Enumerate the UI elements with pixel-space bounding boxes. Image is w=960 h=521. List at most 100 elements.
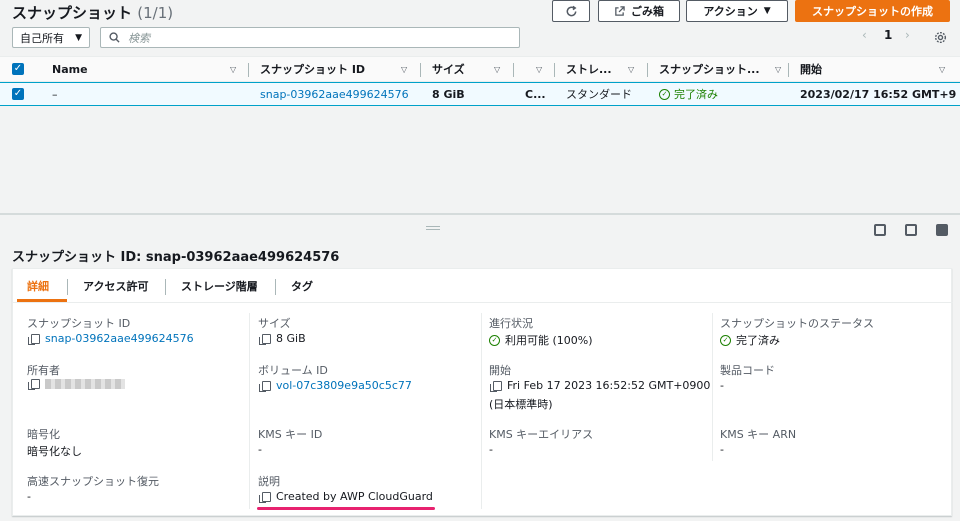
caret-down-icon: ▼ [763,6,771,16]
highlight-underline [257,507,435,510]
copy-icon[interactable] [490,380,502,392]
owner-label: 所有者 [27,364,60,377]
redacted-owner [45,379,125,389]
cell-size: 8 GiB [432,87,465,101]
volume-id-value[interactable]: vol-07c3809e9a50c5c77 [259,379,412,392]
column-header-status[interactable]: スナップショット... [659,57,771,81]
description-value: Created by AWP CloudGuard [259,490,433,503]
sort-icon[interactable]: ▽ [775,57,781,81]
copy-icon[interactable] [259,491,271,503]
volume-id-label: ボリューム ID [258,364,328,377]
cell-status-text: 完了済み [674,88,718,101]
snapshot-id-label: スナップショット ID [27,317,131,330]
recycle-bin-label: ごみ箱 [631,5,664,18]
tab-separator [67,279,68,295]
tab-storage-tier[interactable]: ストレージ階層 [181,269,258,303]
column-header-snapshot-id[interactable]: スナップショット ID [260,57,390,81]
create-snapshot-label: スナップショットの作成 [812,5,933,18]
table-row[interactable]: ✓ – snap-03962aae499624576 8 GiB C... スタ… [0,82,960,106]
copy-icon[interactable] [28,379,40,390]
column-divider [712,313,713,461]
sort-icon[interactable]: ▽ [628,57,634,81]
status-value: ✓ 完了済み [720,332,780,348]
sort-icon[interactable]: ▽ [494,57,500,81]
started-text: Fri Feb 17 2023 16:52:52 GMT+0900 [507,379,711,392]
kms-alias-value: - [489,443,493,456]
panel-split-icon[interactable] [905,224,917,236]
tab-tags[interactable]: タグ [291,269,313,303]
row-checkbox[interactable]: ✓ [12,83,24,105]
column-header-description[interactable] [522,57,532,81]
progress-text: 利用可能 (100%) [505,334,593,347]
recycle-bin-button[interactable]: ごみ箱 [598,0,680,22]
encryption-label: 暗号化 [27,428,60,441]
panel-bottom-icon[interactable] [874,224,886,236]
chevron-left-icon[interactable]: ‹ [862,28,867,42]
tab-details[interactable]: 詳細 [27,269,49,303]
snapshot-id-link[interactable]: snap-03962aae499624576 [45,332,194,345]
gear-icon[interactable] [934,31,947,44]
chevron-right-icon[interactable]: › [905,28,910,42]
column-header-storage[interactable]: ストレ... [566,57,624,81]
column-header-name[interactable]: Name [52,57,202,81]
volume-id-link[interactable]: vol-07c3809e9a50c5c77 [276,379,412,392]
started-value: Fri Feb 17 2023 16:52:52 GMT+0900 [490,379,711,392]
refresh-icon [566,5,576,16]
sort-icon[interactable]: ▽ [939,57,945,81]
cell-status: ✓ 完了済み [659,83,718,105]
page-title-count: (1/1) [137,4,174,22]
actions-button[interactable]: アクション ▼ [686,0,788,22]
status-text: 完了済み [736,334,780,347]
column-divider [481,313,482,509]
panel-full-icon[interactable] [936,224,948,236]
checkbox-checked-icon: ✓ [12,88,24,100]
owner-filter-select[interactable]: 自己所有 ▼ [12,27,90,48]
search-placeholder: 検索 [128,31,150,45]
page-title: スナップショット (1/1) [12,2,173,23]
drag-handle-icon[interactable] [426,226,440,230]
column-separator [248,63,249,77]
page-number[interactable]: 1 [884,28,892,42]
check-circle-icon: ✓ [659,88,670,100]
progress-value: ✓ 利用可能 (100%) [489,332,593,348]
select-all-checkbox[interactable]: ✓ [12,57,24,81]
cell-name: – [52,87,58,101]
sort-icon[interactable]: ▽ [401,57,407,81]
copy-icon[interactable] [28,333,40,345]
started-label: 開始 [489,364,511,377]
started-timezone: (日本標準時) [489,398,553,411]
check-circle-icon: ✓ [720,334,731,346]
checkbox-checked-icon: ✓ [12,63,24,75]
sort-icon[interactable]: ▽ [230,57,236,81]
search-input[interactable]: 検索 [100,27,520,48]
description-text: Created by AWP CloudGuard [276,490,433,503]
kms-arn-label: KMS キー ARN [720,428,797,441]
product-code-value: - [720,379,724,392]
column-separator [647,63,648,77]
product-code-label: 製品コード [720,364,775,377]
owner-value [28,379,125,390]
column-header-size[interactable]: サイズ [432,57,482,81]
owner-filter-value: 自己所有 [20,31,64,45]
description-label: 説明 [258,475,280,488]
tab-separator [275,279,276,295]
cell-snapshot-id-link[interactable]: snap-03962aae499624576 [260,83,409,105]
column-header-started[interactable]: 開始 [800,57,900,81]
copy-icon[interactable] [259,333,271,345]
progress-label: 進行状況 [489,317,533,330]
copy-icon[interactable] [259,380,271,392]
page-title-text: スナップショット [12,4,133,22]
split-divider[interactable] [0,213,960,215]
column-separator [420,63,421,77]
sort-icon[interactable]: ▽ [536,57,542,81]
tab-permissions[interactable]: アクセス許可 [83,269,148,303]
cell-started: 2023/02/17 16:52 GMT+9 [800,87,957,101]
column-divider [249,313,250,509]
column-separator [513,63,514,77]
refresh-button[interactable] [552,0,590,22]
detail-card: 詳細 アクセス許可 ストレージ階層 タグ スナップショット ID snap-03… [12,268,953,516]
external-link-icon [615,5,625,16]
kms-arn-value: - [720,443,724,456]
snapshot-id-value[interactable]: snap-03962aae499624576 [28,332,194,345]
create-snapshot-button[interactable]: スナップショットの作成 [795,0,950,22]
